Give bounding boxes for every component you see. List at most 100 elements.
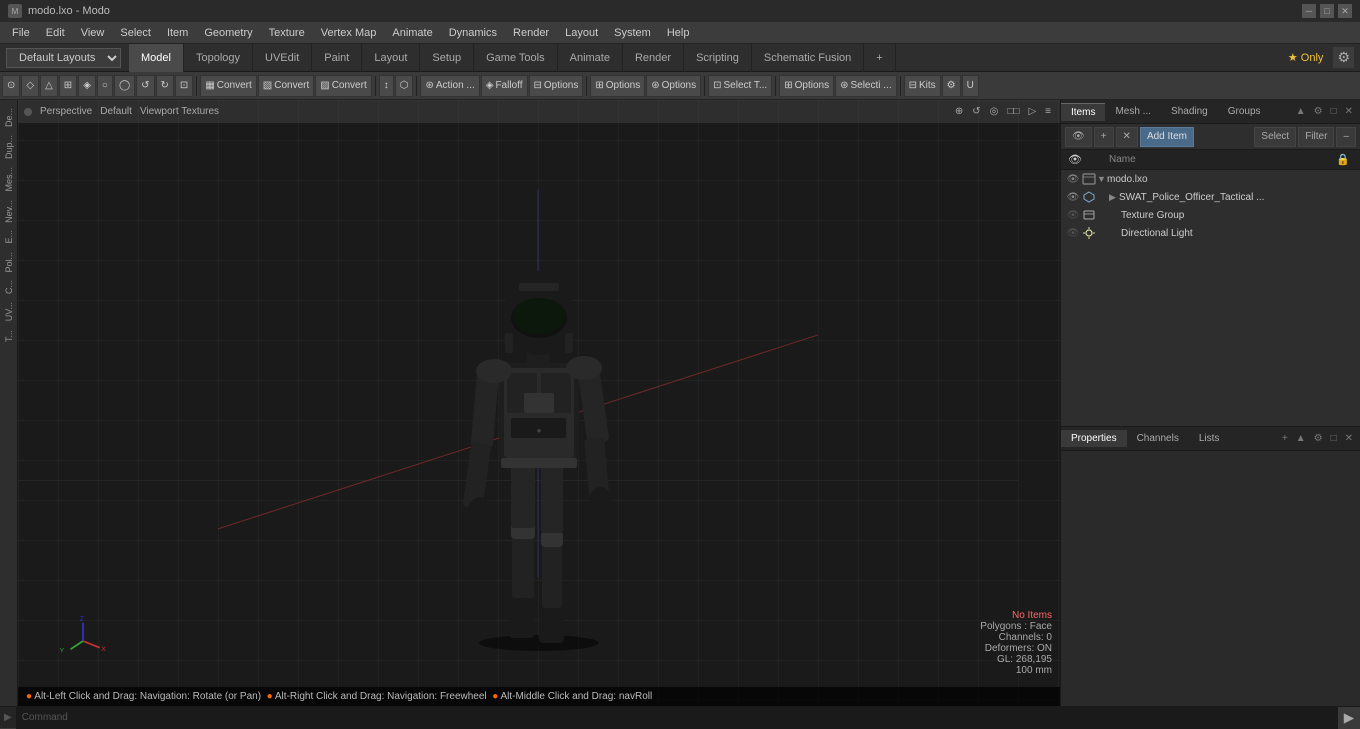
panel-collapse-icon[interactable]: ▲ (1293, 105, 1309, 118)
menu-geometry[interactable]: Geometry (196, 25, 260, 41)
maximize-button[interactable]: □ (1320, 4, 1334, 18)
sidebar-tab-dup[interactable]: Dup... (2, 131, 16, 163)
scene-item-root[interactable]: 👁 ▼ modo.lxo (1061, 170, 1360, 188)
scene-item-texgrp[interactable]: 👁 Texture Group (1061, 206, 1360, 224)
minimize-button[interactable]: ─ (1302, 4, 1316, 18)
tool-sym[interactable]: ↺ (136, 75, 154, 97)
tab-mesh[interactable]: Mesh ... (1105, 103, 1161, 120)
tool-select-faces[interactable]: △ (40, 75, 58, 97)
tab-scripting[interactable]: Scripting (684, 44, 752, 72)
eye-icon-mesh[interactable]: 👁 (1065, 189, 1081, 205)
tool-move[interactable]: ↕ (379, 75, 394, 97)
tool-select-vertices[interactable]: ⊙ (2, 75, 20, 97)
tool-extra1[interactable]: ⊡ (175, 75, 193, 97)
eye-icon-light[interactable]: 👁 (1065, 225, 1081, 241)
prop-maximize-icon[interactable]: □ (1328, 432, 1340, 445)
tool-falloff[interactable]: ◈ Falloff (481, 75, 528, 97)
menu-edit[interactable]: Edit (38, 25, 73, 41)
tool-ue-icon[interactable]: U (962, 75, 979, 97)
menu-item[interactable]: Item (159, 25, 196, 41)
tool-options-1[interactable]: ⊟ Options (529, 75, 584, 97)
sidebar-tab-uv[interactable]: UV... (2, 298, 16, 325)
menu-select[interactable]: Select (112, 25, 159, 41)
tab-lists[interactable]: Lists (1189, 430, 1230, 447)
tool-options-2[interactable]: ⊞ Options (590, 75, 645, 97)
tab-shading[interactable]: Shading (1161, 103, 1218, 120)
tab-topology[interactable]: Topology (184, 44, 253, 72)
filter-button[interactable]: Filter (1298, 127, 1334, 147)
tool-select-edges[interactable]: ◇ (21, 75, 39, 97)
panel-settings-icon[interactable]: ⚙ (1311, 105, 1326, 118)
layout-settings-button[interactable]: ⚙ (1333, 47, 1354, 68)
sidebar-tab-pol[interactable]: Pol... (2, 248, 16, 277)
tab-paint[interactable]: Paint (312, 44, 362, 72)
prop-settings-icon[interactable]: ⚙ (1311, 432, 1326, 445)
tab-game-tools[interactable]: Game Tools (474, 44, 558, 72)
expand-mesh[interactable]: ▶ (1109, 192, 1119, 203)
command-run-button[interactable]: ▶ (1338, 707, 1360, 729)
tab-render[interactable]: Render (623, 44, 684, 72)
tab-animate[interactable]: Animate (558, 44, 623, 72)
window-controls[interactable]: ─ □ ✕ (1302, 4, 1352, 18)
tool-options-3[interactable]: ⊛ Options (646, 75, 701, 97)
star-only-button[interactable]: ★ Only (1282, 49, 1330, 66)
expand-root[interactable]: ▼ (1097, 174, 1107, 184)
tab-model[interactable]: Model (129, 44, 184, 72)
tool-game-icon[interactable]: ⚙ (942, 75, 961, 97)
tab-layout[interactable]: Layout (362, 44, 420, 72)
tool-xform[interactable]: ⬡ (395, 75, 414, 97)
menu-layout[interactable]: Layout (557, 25, 606, 41)
eye-icon-texgrp[interactable]: 👁 (1065, 207, 1081, 223)
menu-file[interactable]: File (4, 25, 38, 41)
tab-channels[interactable]: Channels (1127, 430, 1189, 447)
scene-eye-toggle[interactable]: 👁 (1065, 127, 1092, 147)
tab-add[interactable]: + (864, 44, 895, 72)
tab-setup[interactable]: Setup (420, 44, 474, 72)
tool-action[interactable]: ⊛ Action ... (420, 75, 479, 97)
viewport[interactable]: Perspective Default Viewport Textures ⊕ … (18, 100, 1060, 706)
tab-schematic-fusion[interactable]: Schematic Fusion (752, 44, 864, 72)
tool-kits[interactable]: ⊟ Kits (904, 75, 941, 97)
tool-paint[interactable]: ◯ (114, 75, 135, 97)
sidebar-tab-t[interactable]: T... (2, 326, 16, 346)
tab-groups[interactable]: Groups (1218, 103, 1271, 120)
menu-help[interactable]: Help (659, 25, 698, 41)
prop-add-btn[interactable]: + (1279, 432, 1291, 445)
scene-item-mesh[interactable]: 👁 ▶ SWAT_Police_Officer_Tactical ... (1061, 188, 1360, 206)
menu-vertex-map[interactable]: Vertex Map (313, 25, 385, 41)
select-button[interactable]: Select (1254, 127, 1296, 147)
sidebar-tab-de[interactable]: De... (2, 104, 16, 131)
tool-options-4[interactable]: ⊞ Options (779, 75, 834, 97)
panel-maximize-icon[interactable]: □ (1328, 105, 1340, 118)
close-button[interactable]: ✕ (1338, 4, 1352, 18)
tool-selecti[interactable]: ⊛ Selecti ... (835, 75, 897, 97)
sidebar-tab-nev[interactable]: Nev... (2, 196, 16, 227)
tool-convert-1[interactable]: ▦ Convert (200, 75, 256, 97)
panel-close-icon[interactable]: ✕ (1342, 105, 1356, 118)
tool-circle[interactable]: ○ (97, 75, 113, 97)
sidebar-tab-e[interactable]: E... (2, 226, 16, 248)
menu-texture[interactable]: Texture (261, 25, 313, 41)
tab-properties[interactable]: Properties (1061, 430, 1127, 447)
tool-lasso[interactable]: ◈ (78, 75, 96, 97)
tab-items[interactable]: Items (1061, 103, 1105, 121)
menu-view[interactable]: View (73, 25, 113, 41)
prop-close-icon[interactable]: ✕ (1342, 432, 1356, 445)
tool-select-t[interactable]: ⊡ Select T... (708, 75, 772, 97)
layout-dropdown[interactable]: Default Layouts (6, 48, 121, 68)
add-item-button[interactable]: Add Item (1140, 127, 1194, 147)
sidebar-tab-c[interactable]: C... (2, 276, 16, 298)
scene-remove-btn[interactable]: ✕ (1116, 127, 1138, 147)
tool-convert-3[interactable]: ▨ Convert (315, 75, 371, 97)
tool-convert-2[interactable]: ▧ Convert (258, 75, 314, 97)
menu-system[interactable]: System (606, 25, 659, 41)
filter-minus-btn[interactable]: – (1336, 127, 1356, 147)
prop-collapse-icon[interactable]: ▲ (1293, 432, 1309, 445)
tab-uvedit[interactable]: UVEdit (253, 44, 312, 72)
tool-select-items[interactable]: ⊞ (59, 75, 77, 97)
menu-render[interactable]: Render (505, 25, 557, 41)
eye-icon-root[interactable]: 👁 (1065, 171, 1081, 187)
sidebar-tab-mes[interactable]: Mes... (2, 163, 16, 196)
scene-add-btn[interactable]: + (1094, 127, 1114, 147)
tool-sym2[interactable]: ↻ (156, 75, 174, 97)
